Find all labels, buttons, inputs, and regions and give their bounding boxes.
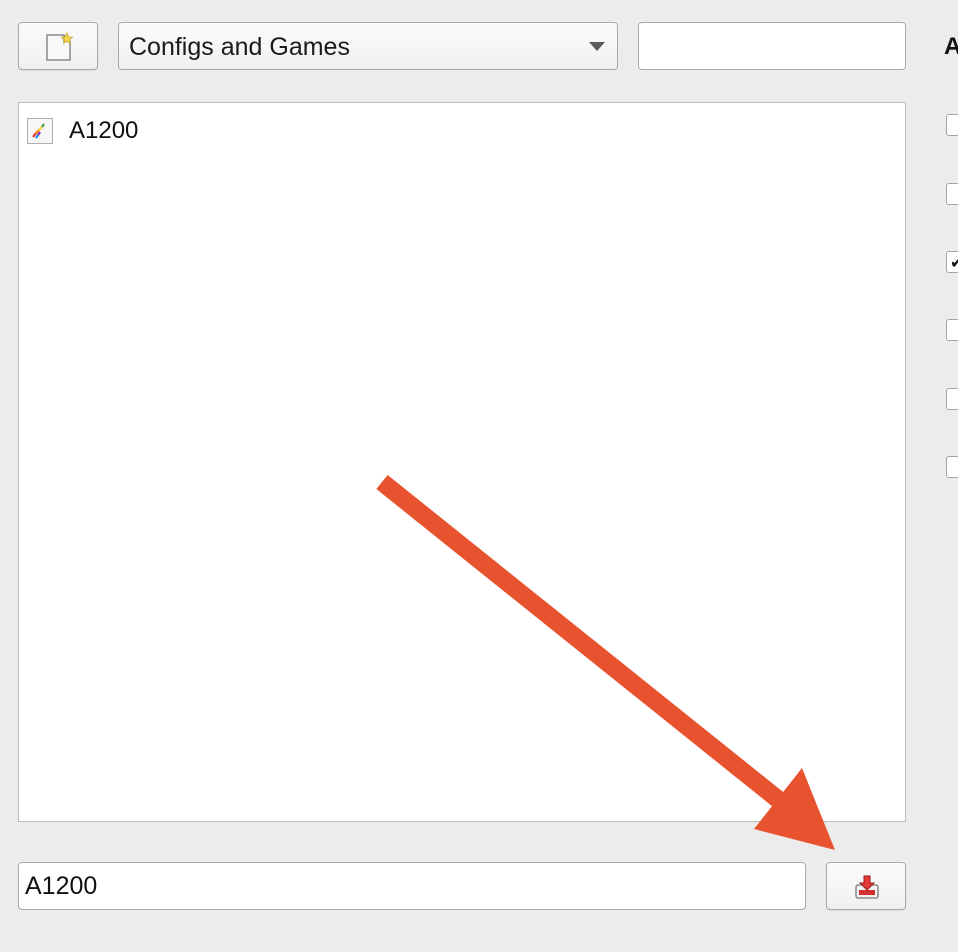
option-checkbox[interactable]: ✔ <box>946 251 958 273</box>
option-checkbox[interactable] <box>946 319 958 341</box>
checkmark-icon: ✔ <box>950 253 958 272</box>
option-checkbox[interactable] <box>946 456 958 478</box>
config-list[interactable]: A1200 <box>18 102 906 822</box>
option-checkbox[interactable] <box>946 183 958 205</box>
new-config-button[interactable] <box>18 22 98 70</box>
list-item[interactable]: A1200 <box>27 115 138 147</box>
option-checkbox[interactable] <box>946 114 958 136</box>
launcher-window: Configs and Games A ✔ A1200 <box>0 0 958 952</box>
list-item-label: A1200 <box>69 117 139 144</box>
right-panel-heading: A <box>944 33 958 60</box>
option-checkbox[interactable] <box>946 388 958 410</box>
category-dropdown-value: Configs and Games <box>129 33 350 61</box>
config-name-field[interactable] <box>18 862 806 910</box>
chevron-down-icon <box>589 42 605 51</box>
save-config-button[interactable] <box>826 862 906 910</box>
category-dropdown[interactable]: Configs and Games <box>118 22 618 70</box>
amiga-config-icon <box>27 118 53 144</box>
new-document-icon <box>46 32 74 61</box>
save-config-icon <box>855 875 879 899</box>
search-input[interactable] <box>638 22 906 70</box>
